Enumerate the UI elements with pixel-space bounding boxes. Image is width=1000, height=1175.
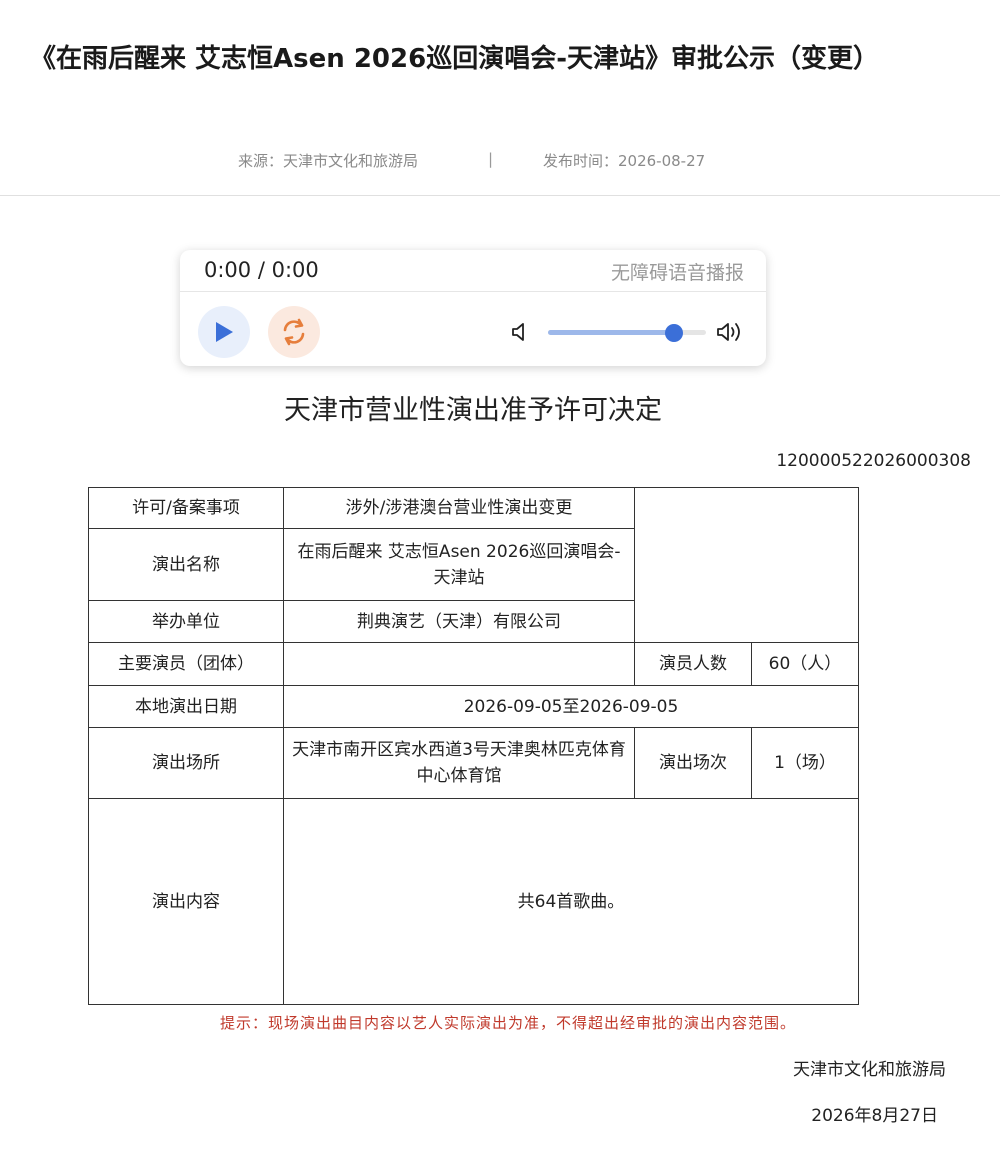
header-divider (0, 195, 1000, 196)
name-label: 演出名称 (88, 528, 284, 601)
notice-text: 提示：现场演出曲目内容以艺人实际演出为准，不得超出经审批的演出内容范围。 (219, 1014, 796, 1032)
sessions-value: 1（场） (751, 727, 859, 799)
item-label: 许可/备案事项 (88, 487, 284, 529)
publish-time: 发布时间：2026-08-27 (543, 152, 706, 170)
table-row: 演出内容 共64首歌曲。 (88, 798, 859, 1005)
blank-cell (634, 487, 859, 643)
table-row: 许可/备案事项 涉外/涉港澳台营业性演出变更 (88, 487, 859, 643)
loop-button[interactable] (268, 306, 320, 358)
document-number: 120000522026000308 (776, 451, 971, 471)
table-row: 演出场所 天津市南开区宾水西道3号天津奥林匹克体育中心体育馆 演出场次 1（场） (88, 727, 859, 799)
performers-value (283, 642, 635, 686)
performers-label: 主要演员（团体） (88, 642, 284, 686)
source-label: 来源：天津市文化和旅游局 (238, 152, 419, 170)
document-heading: 天津市营业性演出准予许可决定 (284, 395, 662, 426)
loop-icon (283, 318, 305, 346)
play-button[interactable] (198, 306, 250, 358)
sessions-label: 演出场次 (634, 727, 752, 799)
performer-count-label: 演员人数 (634, 642, 752, 686)
player-divider (180, 291, 766, 292)
issuer-name: 天津市文化和旅游局 (793, 1060, 946, 1080)
venue-value: 天津市南开区宾水西道3号天津奥林匹克体育中心体育馆 (283, 727, 635, 799)
content-label: 演出内容 (88, 798, 284, 1005)
volume-slider[interactable] (548, 324, 706, 342)
table-row: 主要演员（团体） 演员人数 60（人） (88, 642, 859, 686)
organizer-label: 举办单位 (88, 600, 284, 643)
content-value: 共64首歌曲。 (283, 798, 859, 1005)
page-title: 《在雨后醒来 艾志恒Asen 2026巡回演唱会-天津站》审批公示（变更） (30, 44, 879, 74)
article-meta: 来源：天津市文化和旅游局 | 发布时间：2026-08-27 (0, 150, 1000, 172)
volume-high-icon[interactable] (716, 320, 746, 344)
item-value: 涉外/涉港澳台营业性演出变更 (283, 487, 635, 529)
volume-knob[interactable] (665, 324, 684, 342)
permit-table: 许可/备案事项 涉外/涉港澳台营业性演出变更 演出名称 在雨后醒来 艾志恒Ase… (88, 487, 859, 1005)
date-label: 本地演出日期 (88, 685, 284, 728)
accessibility-tts-button[interactable]: 无障碍语音播报 (611, 258, 744, 285)
audio-player: 0:00 / 0:00 无障碍语音播报 (180, 250, 766, 366)
organizer-value: 荆典演艺（天津）有限公司 (283, 600, 635, 643)
table-row: 本地演出日期 2026-09-05至2026-09-05 (88, 685, 859, 728)
meta-separator: | (488, 150, 494, 168)
name-value: 在雨后醒来 艾志恒Asen 2026巡回演唱会-天津站 (283, 528, 635, 601)
performer-count-value: 60（人） (751, 642, 859, 686)
play-icon (216, 322, 233, 342)
volume-low-icon[interactable] (510, 321, 532, 343)
venue-label: 演出场所 (88, 727, 284, 799)
issue-date: 2026年8月27日 (811, 1106, 938, 1126)
volume-fill (548, 330, 675, 335)
date-value: 2026-09-05至2026-09-05 (283, 685, 859, 728)
playback-time: 0:00 / 0:00 (204, 258, 319, 282)
